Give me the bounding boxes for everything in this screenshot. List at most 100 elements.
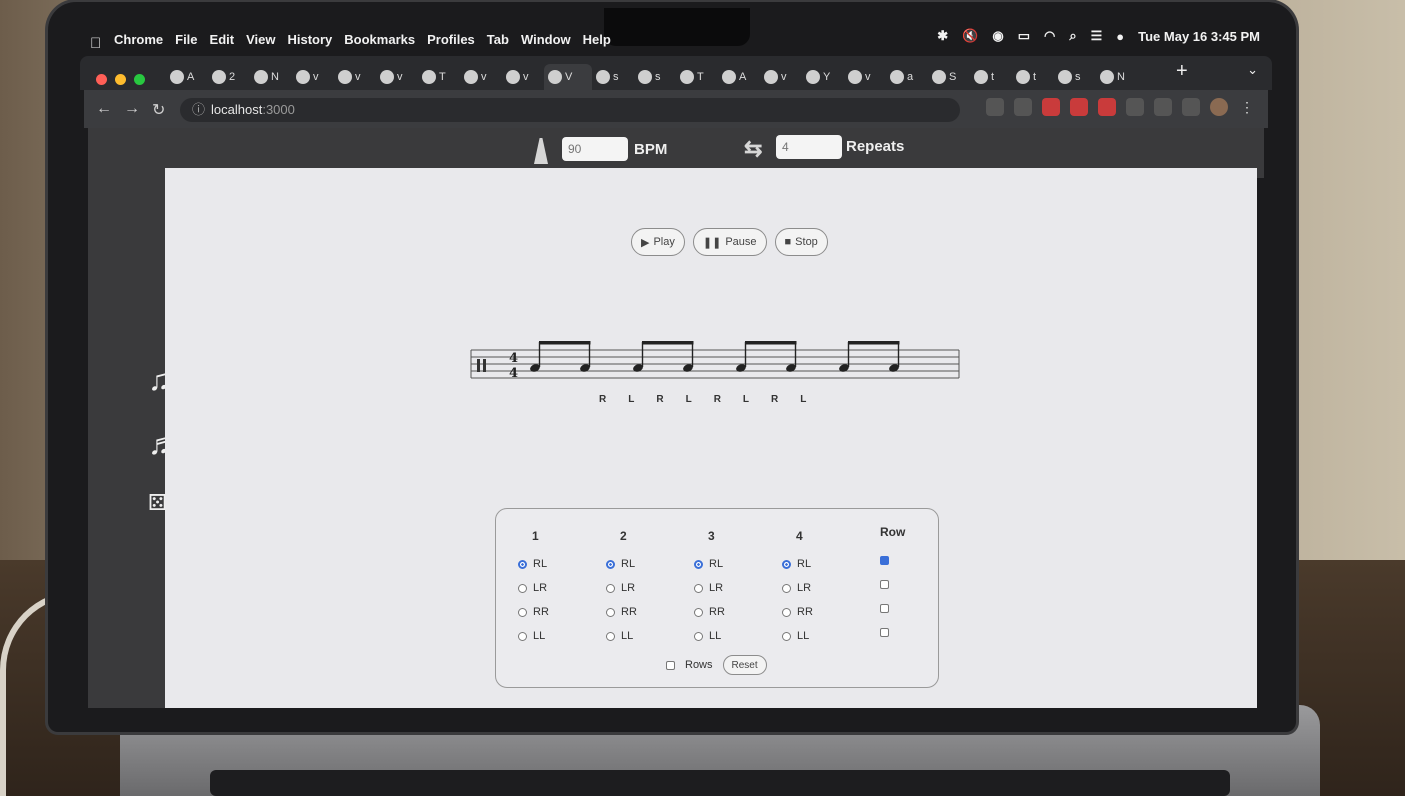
menu-bookmarks[interactable]: Bookmarks [344, 32, 415, 47]
minimize-window-button[interactable] [115, 74, 126, 85]
menu-chrome[interactable]: Chrome [114, 32, 163, 47]
sticking-radio[interactable] [694, 631, 703, 641]
bpm-input[interactable] [562, 137, 628, 161]
play-button[interactable]: ▶ Play [631, 228, 685, 256]
extensions-puzzle-icon[interactable] [1154, 98, 1172, 116]
menu-file[interactable]: File [175, 32, 197, 47]
row-checkbox[interactable] [880, 627, 889, 637]
sticking-radio[interactable] [518, 559, 527, 569]
sticking-option[interactable]: LR [782, 576, 842, 600]
wifi-icon[interactable]: ◠ [1044, 28, 1055, 44]
site-info-icon[interactable]: ⓘ [192, 102, 205, 117]
menu-history[interactable]: History [287, 32, 332, 47]
sticking-radio[interactable] [518, 631, 527, 641]
media-icon[interactable]: ◉ [992, 28, 1003, 44]
menu-edit[interactable]: Edit [210, 32, 235, 47]
sticking-option[interactable]: LL [782, 624, 842, 648]
browser-tab[interactable]: S [928, 64, 970, 90]
repeats-input[interactable] [776, 135, 842, 159]
mute-icon[interactable]: 🔇 [962, 28, 978, 44]
close-window-button[interactable] [96, 74, 107, 85]
sticking-option[interactable]: RR [518, 600, 578, 624]
browser-tab[interactable]: T [676, 64, 718, 90]
sticking-radio[interactable] [694, 583, 703, 593]
new-tab-icon[interactable]: + [1176, 60, 1188, 83]
sticking-radio[interactable] [606, 559, 615, 569]
browser-tab[interactable]: V [544, 64, 592, 90]
reset-button[interactable]: Reset [722, 655, 767, 675]
control-center-icon[interactable]: ☰ [1091, 28, 1103, 44]
sticking-option[interactable]: LR [518, 576, 578, 600]
address-bar[interactable]: ⓘ localhost:3000 [180, 98, 960, 122]
back-icon[interactable]: ← [96, 100, 112, 118]
extension-icon[interactable] [1070, 98, 1088, 116]
stop-button[interactable]: ■ Stop [774, 228, 828, 256]
sticking-radio[interactable] [782, 631, 791, 641]
sticking-radio[interactable] [694, 559, 703, 569]
browser-tab[interactable]: A [166, 64, 208, 90]
browser-tab[interactable]: v [760, 64, 802, 90]
sticking-option[interactable]: LL [606, 624, 666, 648]
browser-tab[interactable]: v [502, 64, 544, 90]
sticking-option[interactable]: LL [518, 624, 578, 648]
sticking-radio[interactable] [782, 559, 791, 569]
browser-tab[interactable]: s [592, 64, 634, 90]
browser-tab[interactable]: 2 [208, 64, 250, 90]
sticking-option[interactable]: LR [606, 576, 666, 600]
rows-checkbox[interactable] [666, 660, 675, 670]
extension-icon[interactable] [1126, 98, 1144, 116]
browser-tab[interactable]: v [292, 64, 334, 90]
sticking-radio[interactable] [606, 607, 615, 617]
battery-icon[interactable]: ▭ [1018, 28, 1030, 44]
sticking-option[interactable]: RR [606, 600, 666, 624]
browser-tab[interactable]: t [970, 64, 1012, 90]
sticking-radio[interactable] [606, 583, 615, 593]
pause-button[interactable]: ❚❚ Pause [692, 228, 767, 256]
browser-tab[interactable]: Y [802, 64, 844, 90]
sticking-radio[interactable] [782, 607, 791, 617]
sticking-option[interactable]: LL [694, 624, 754, 648]
browser-tab[interactable]: v [334, 64, 376, 90]
sticking-option[interactable]: RL [782, 552, 842, 576]
sticking-radio[interactable] [518, 583, 527, 593]
apple-icon[interactable]:  [90, 35, 101, 52]
sticking-radio[interactable] [518, 607, 527, 617]
sticking-radio[interactable] [606, 631, 615, 641]
sticking-option[interactable]: RR [782, 600, 842, 624]
menu-profiles[interactable]: Profiles [427, 32, 475, 47]
menu-view[interactable]: View [246, 32, 275, 47]
menubar-clock[interactable]: Tue May 16 3:45 PM [1138, 29, 1260, 44]
forward-icon[interactable]: → [124, 100, 140, 118]
browser-tab[interactable]: A [718, 64, 760, 90]
side-panel-icon[interactable] [1182, 98, 1200, 116]
sticking-radio[interactable] [694, 607, 703, 617]
menu-tab[interactable]: Tab [487, 32, 509, 47]
share-icon[interactable] [986, 98, 1004, 116]
menu-icon[interactable]: ⋮ [1238, 98, 1256, 116]
sticking-radio[interactable] [782, 583, 791, 593]
row-checkbox[interactable] [880, 579, 889, 589]
extension-icon[interactable] [1042, 98, 1060, 116]
extension-icon[interactable] [1098, 98, 1116, 116]
browser-tab[interactable]: N [250, 64, 292, 90]
sticking-option[interactable]: RR [694, 600, 754, 624]
zoom-window-button[interactable] [134, 74, 145, 85]
sticking-option[interactable]: RL [518, 552, 578, 576]
browser-tab[interactable]: T [418, 64, 460, 90]
browser-tab[interactable]: t [1012, 64, 1054, 90]
browser-tab[interactable]: s [1054, 64, 1096, 90]
sticking-option[interactable]: RL [606, 552, 666, 576]
siri-icon[interactable]: ● [1116, 29, 1124, 44]
browser-tab[interactable]: N [1096, 64, 1138, 90]
sticking-option[interactable]: LR [694, 576, 754, 600]
browser-tab[interactable]: v [460, 64, 502, 90]
profile-avatar[interactable] [1210, 98, 1228, 116]
browser-tab[interactable]: s [634, 64, 676, 90]
bluetooth-icon[interactable]: ✱ [937, 28, 948, 44]
bookmark-star-icon[interactable] [1014, 98, 1032, 116]
browser-tab[interactable]: v [844, 64, 886, 90]
spotlight-icon[interactable]: ⌕ [1069, 28, 1076, 44]
reload-icon[interactable]: ↻ [152, 100, 165, 120]
row-checkbox[interactable] [880, 603, 889, 613]
row-checkbox[interactable] [880, 555, 889, 565]
